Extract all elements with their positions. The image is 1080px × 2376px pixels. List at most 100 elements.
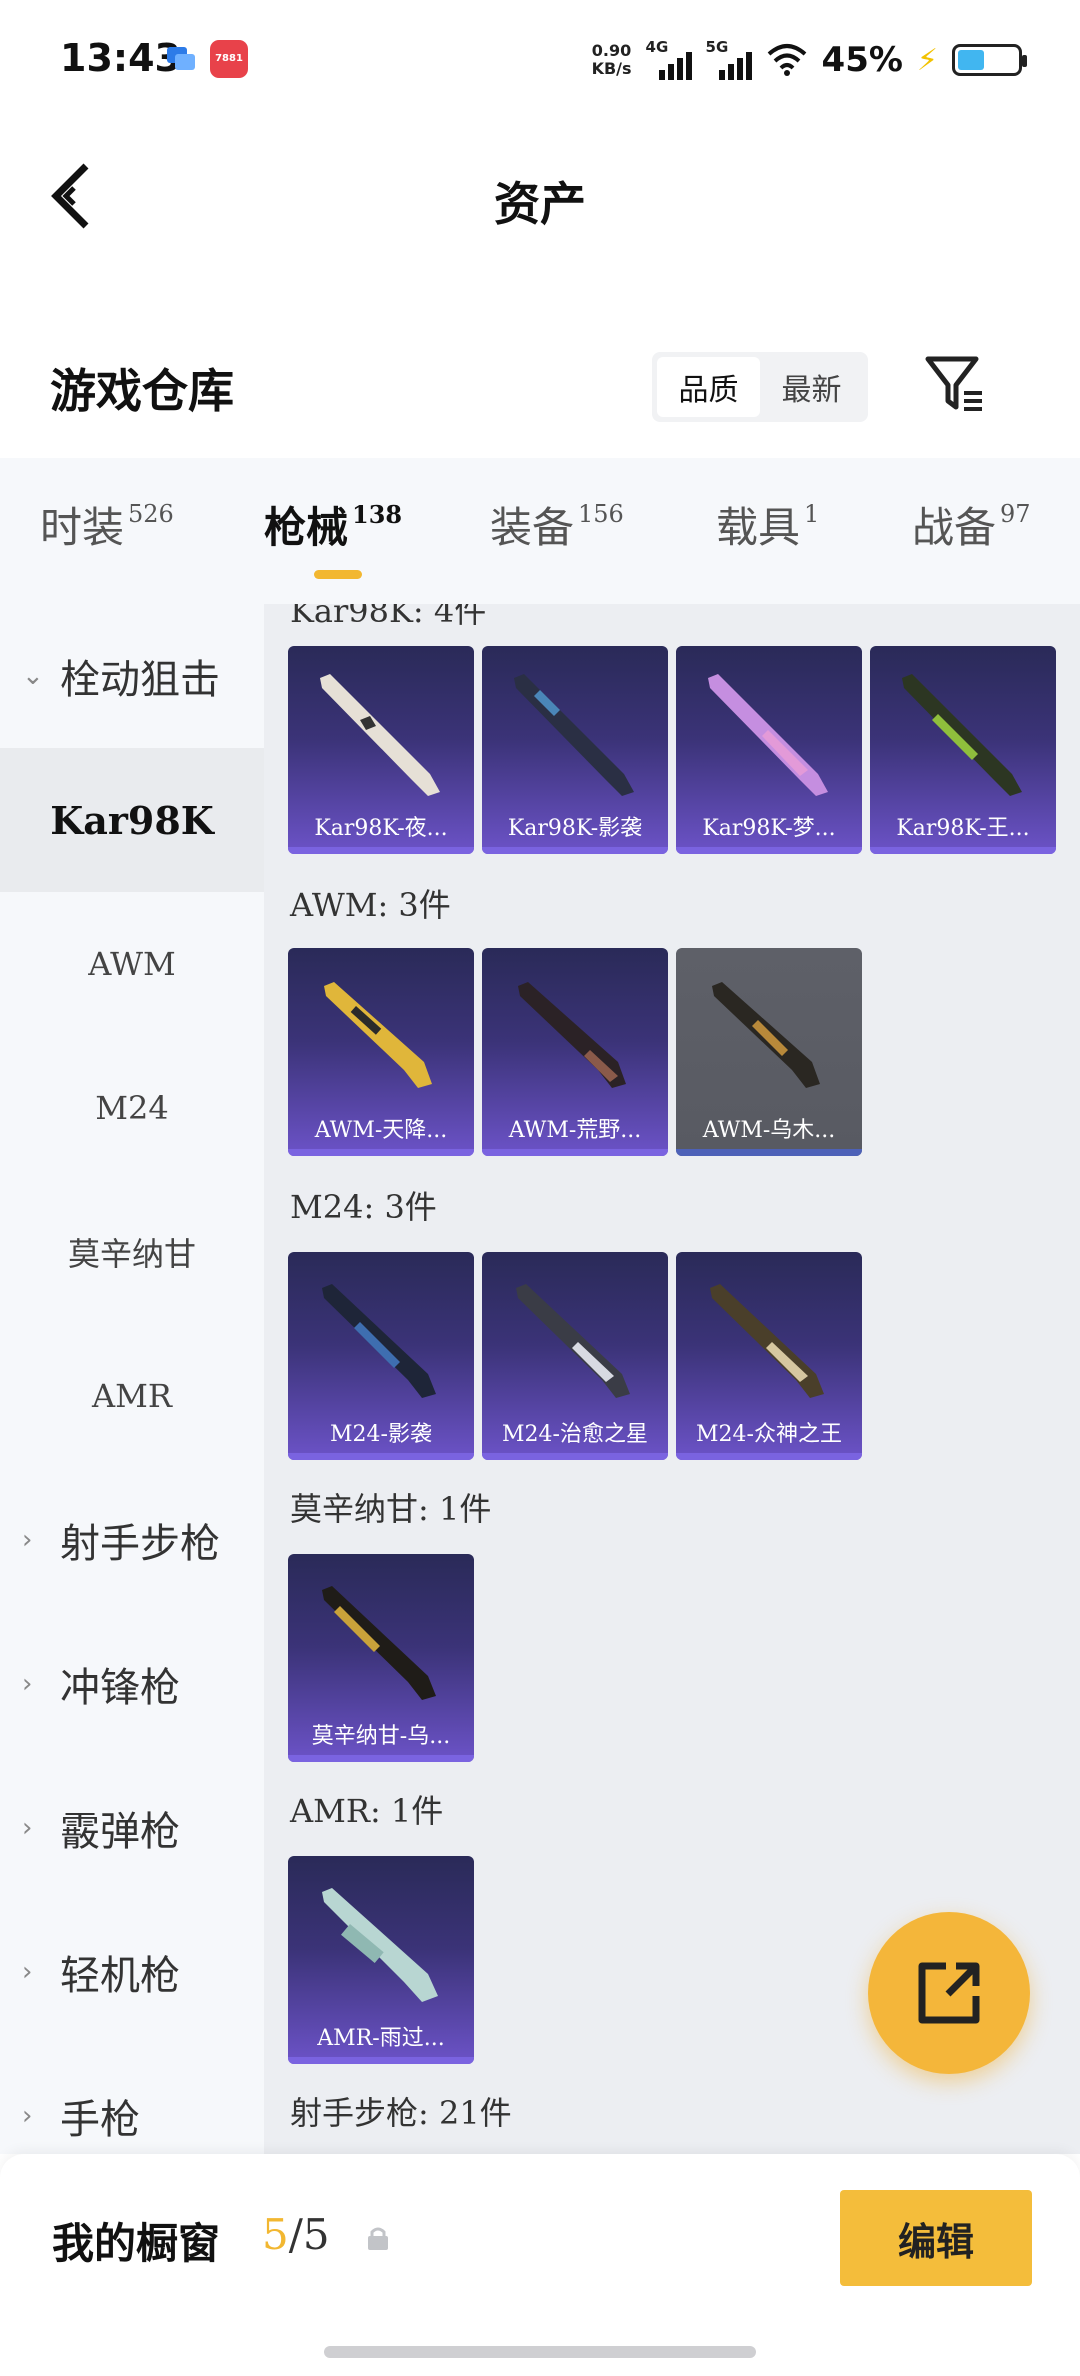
- page-title: 资产: [494, 177, 586, 231]
- sidebar-cat-lmg[interactable]: › 轻机枪: [0, 1900, 264, 2044]
- tab-count: 138: [352, 500, 403, 529]
- showcase-count: 5/5: [262, 2210, 330, 2259]
- tab-label: 载具: [716, 503, 801, 552]
- item-name: AWM-天降...: [314, 1118, 448, 1143]
- item-card[interactable]: Kar98K-夜...: [288, 646, 474, 854]
- sidebar-cat-dmr[interactable]: › 射手步枪: [0, 1468, 264, 1612]
- item-name: Kar98K-王...: [896, 816, 1030, 841]
- rifle-icon: [516, 1284, 630, 1398]
- share-external-icon: [918, 1962, 980, 2024]
- chevron-right-icon: ›: [22, 1525, 33, 1555]
- sidebar-item-mosin[interactable]: 莫辛纳甘: [0, 1180, 264, 1324]
- chevron-down-icon: ⌄: [22, 661, 44, 691]
- item-name: Kar98K-夜...: [314, 816, 448, 841]
- tab-fashion[interactable]: 时装 526: [40, 494, 174, 555]
- sidebar-item-awm[interactable]: AWM: [0, 892, 264, 1036]
- tab-weapons[interactable]: 枪械 138: [264, 494, 402, 555]
- group-label-amr: AMR: 1件: [290, 1792, 444, 1830]
- showcase-current: 5: [262, 2210, 289, 2259]
- wifi-icon: [767, 44, 806, 76]
- sort-quality-button[interactable]: 品质: [657, 357, 760, 417]
- tab-equipment[interactable]: 装备 156: [490, 494, 624, 555]
- sidebar-cat-label: 冲锋枪: [60, 1665, 180, 1711]
- tab-vehicles[interactable]: 载具 1: [716, 494, 819, 555]
- item-card[interactable]: Kar98K-王...: [870, 646, 1056, 854]
- item-card[interactable]: AWM-天降...: [288, 948, 474, 1156]
- item-card[interactable]: AWM-荒野...: [482, 948, 668, 1156]
- item-name: AWM-乌木...: [702, 1118, 836, 1143]
- item-name: 莫辛纳甘-乌...: [311, 1724, 451, 1749]
- net-speed-value: 0.90: [591, 41, 632, 60]
- game-app-icon: 7881: [210, 40, 248, 78]
- tab-indicator: [314, 570, 362, 579]
- group-label-awm: AWM: 3件: [290, 886, 451, 924]
- sidebar-item-amr[interactable]: AMR: [0, 1324, 264, 1468]
- sidebar-cat-label: 霰弹枪: [60, 1809, 180, 1855]
- share-button[interactable]: [868, 1912, 1030, 2074]
- rifle-icon: [322, 1586, 436, 1700]
- signal-4g-icon: 4G: [646, 38, 692, 80]
- tab-label: 时装: [40, 503, 125, 552]
- group-label-kar98k: Kar98K: 4件: [290, 604, 487, 630]
- chevron-right-icon: ›: [22, 2101, 33, 2131]
- showcase-total: /5: [288, 2210, 330, 2259]
- item-name: M24-治愈之星: [502, 1422, 648, 1447]
- item-name: AMR-雨过...: [317, 2026, 445, 2051]
- item-card[interactable]: AMR-雨过...: [288, 1856, 474, 2064]
- item-name: Kar98K-影袭: [507, 816, 643, 841]
- category-tabs: 时装 526 枪械 138 装备 156 载具 1 战备 97: [0, 458, 1080, 604]
- charging-icon: ⚡: [916, 42, 938, 78]
- rifle-icon: [712, 982, 820, 1088]
- tab-label: 装备: [490, 503, 575, 552]
- sidebar-cat-shotgun[interactable]: › 霰弹枪: [0, 1756, 264, 1900]
- message-app-icon: [167, 47, 195, 70]
- lock-icon: [368, 2227, 388, 2250]
- rifle-icon: [710, 1284, 824, 1398]
- item-card[interactable]: AWM-乌木...: [676, 948, 862, 1156]
- item-card[interactable]: M24-影袭: [288, 1252, 474, 1460]
- status-right: 0.90 KB/s 4G 5G 45% ⚡: [592, 36, 1027, 84]
- item-name: M24-众神之王: [696, 1422, 842, 1447]
- net-speed: 0.90 KB/s: [592, 42, 632, 78]
- net-speed-unit: KB/s: [591, 59, 632, 78]
- sort-newest-button[interactable]: 最新: [760, 357, 863, 417]
- rifle-icon: [514, 674, 634, 796]
- showcase-bar: 我的橱窗 5/5 编辑: [0, 2154, 1080, 2376]
- tab-count: 97: [1000, 500, 1031, 528]
- status-time: 13:43: [60, 36, 181, 80]
- rifle-icon: [322, 1888, 438, 2002]
- signal-5g-icon: 5G: [706, 38, 752, 80]
- group-label-dmr: 射手步枪: 21件: [290, 2094, 512, 2132]
- group-label-m24: M24: 3件: [290, 1188, 437, 1226]
- item-name: M24-影袭: [330, 1422, 432, 1447]
- rifle-icon: [324, 982, 432, 1088]
- sidebar-cat-smg[interactable]: › 冲锋枪: [0, 1612, 264, 1756]
- tab-supplies[interactable]: 战备 97: [912, 494, 1031, 555]
- filter-button[interactable]: [920, 350, 990, 420]
- item-card[interactable]: Kar98K-梦...: [676, 646, 862, 854]
- sidebar-cat-bolt-action[interactable]: ⌄ 栓动狙击: [0, 604, 264, 748]
- sidebar-item-kar98k[interactable]: Kar98K: [0, 748, 264, 892]
- tab-count: 1: [804, 500, 820, 528]
- item-name: Kar98K-梦...: [702, 816, 836, 841]
- item-card[interactable]: Kar98K-影袭: [482, 646, 668, 854]
- item-card[interactable]: M24-治愈之星: [482, 1252, 668, 1460]
- edit-button[interactable]: 编辑: [840, 2190, 1032, 2286]
- rifle-icon: [518, 982, 626, 1088]
- chevron-right-icon: ›: [22, 1957, 33, 1987]
- tab-label: 战备: [912, 503, 997, 552]
- battery-percent: 45%: [821, 40, 903, 80]
- rifle-icon: [322, 1284, 436, 1398]
- sidebar-cat-label: 轻机枪: [60, 1953, 180, 1999]
- rifle-icon: [708, 674, 828, 796]
- tab-label: 枪械: [264, 503, 349, 552]
- item-card[interactable]: M24-众神之王: [676, 1252, 862, 1460]
- status-bar: 13:43 7881 0.90 KB/s 4G 5G 45% ⚡: [0, 0, 1080, 120]
- warehouse-title: 游戏仓库: [50, 364, 234, 418]
- sidebar-item-m24[interactable]: M24: [0, 1036, 264, 1180]
- item-card[interactable]: 莫辛纳甘-乌...: [288, 1554, 474, 1762]
- showcase-label: 我的橱窗: [52, 2219, 221, 2268]
- sort-toggle: 品质 最新: [652, 352, 868, 422]
- rifle-icon: [902, 674, 1022, 796]
- home-indicator[interactable]: [324, 2346, 756, 2358]
